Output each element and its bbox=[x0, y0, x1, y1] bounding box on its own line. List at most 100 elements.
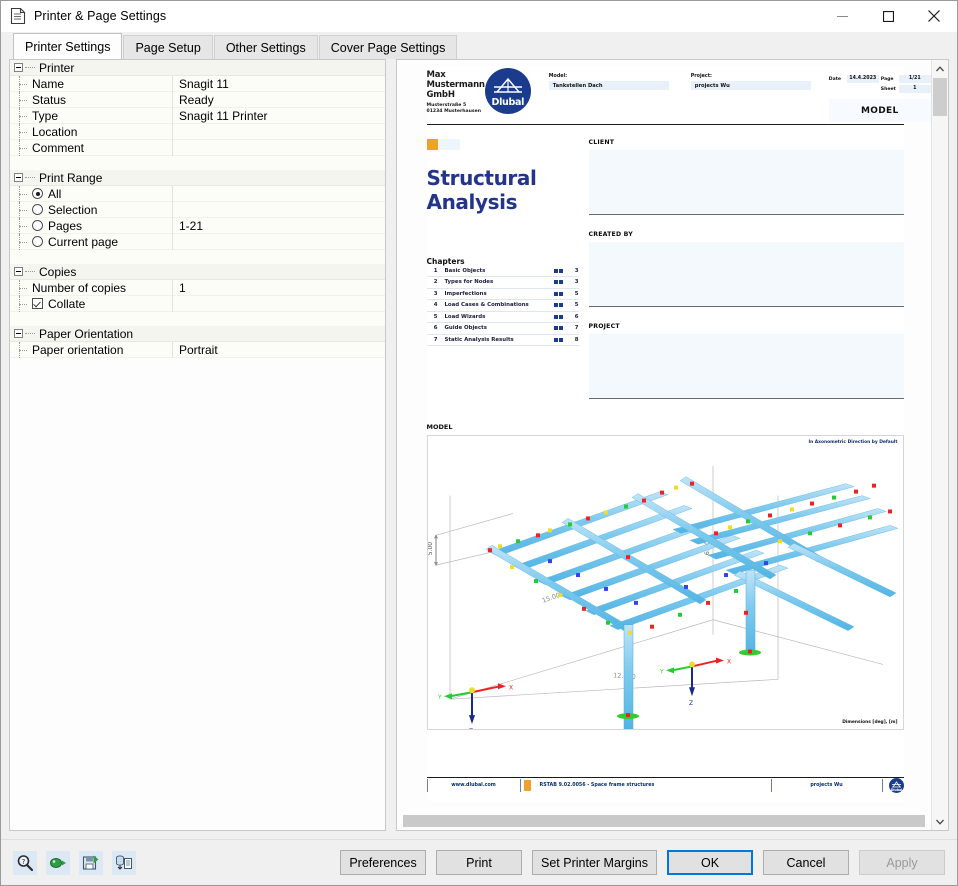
property-row-selection[interactable]: Selection bbox=[10, 202, 385, 218]
property-label: Location bbox=[10, 124, 173, 140]
footer-website: www.dlubal.com bbox=[428, 779, 520, 792]
property-row-type[interactable]: Type Snagit 11 Printer bbox=[10, 108, 385, 124]
document-icon bbox=[10, 7, 26, 25]
property-row-current-page[interactable]: Current page bbox=[10, 234, 385, 250]
footer-dlubal-logo-icon: Dlubal bbox=[889, 778, 904, 793]
window-title: Printer & Page Settings bbox=[34, 9, 166, 23]
property-label[interactable]: All bbox=[10, 186, 173, 202]
export-icon[interactable] bbox=[46, 851, 70, 875]
property-row-collate[interactable]: Collate bbox=[10, 296, 385, 312]
radio-selection-icon[interactable] bbox=[32, 204, 43, 215]
property-label[interactable]: Collate bbox=[10, 296, 173, 312]
footer-orange-marker bbox=[524, 780, 531, 791]
radio-current-page-icon[interactable] bbox=[32, 236, 43, 247]
preferences-button[interactable]: Preferences bbox=[340, 850, 426, 875]
company-city: 01234 Musterhausen bbox=[427, 109, 485, 115]
print-preview-zoom-icon[interactable]: ? bbox=[13, 851, 37, 875]
logo-wordmark: Dlubal bbox=[485, 97, 531, 108]
chapter-name: Imperfections bbox=[445, 291, 554, 297]
preview-hscrollbar[interactable] bbox=[397, 813, 931, 830]
radio-label: Selection bbox=[48, 203, 97, 217]
property-label[interactable]: Current page bbox=[10, 234, 173, 250]
scroll-down-icon[interactable] bbox=[932, 813, 949, 830]
chapter-page: 6 bbox=[570, 314, 579, 320]
chapter-page: 7 bbox=[570, 325, 579, 331]
collapse-icon[interactable] bbox=[14, 63, 23, 72]
group-header-copies[interactable]: Copies bbox=[10, 264, 385, 280]
close-icon[interactable] bbox=[911, 1, 957, 32]
copies-value[interactable]: 1 bbox=[173, 280, 385, 296]
structural-model-drawing: 5.00 6.000 15.000 12.000 bbox=[428, 436, 903, 729]
preview-vscrollbar[interactable] bbox=[931, 60, 948, 830]
report-left-column: Structural Analysis Chapters 1 Basic Obj… bbox=[427, 139, 579, 399]
property-row-pages[interactable]: Pages 1-21 bbox=[10, 218, 385, 234]
hscroll-thumb[interactable] bbox=[403, 815, 925, 827]
property-label[interactable]: Selection bbox=[10, 202, 173, 218]
collapse-icon[interactable] bbox=[14, 267, 23, 276]
radio-pages-icon[interactable] bbox=[32, 220, 43, 231]
set-printer-margins-button[interactable]: Set Printer Margins bbox=[532, 850, 657, 875]
checkbox-label: Collate bbox=[48, 297, 85, 311]
collapse-icon[interactable] bbox=[14, 173, 23, 182]
tab-label: Printer Settings bbox=[25, 40, 110, 54]
group-spacer bbox=[10, 250, 385, 264]
checkbox-collate-icon[interactable] bbox=[32, 298, 43, 309]
chapter-dots-icon bbox=[554, 280, 566, 284]
property-value bbox=[173, 296, 385, 312]
property-row-status[interactable]: Status Ready bbox=[10, 92, 385, 108]
svg-text:?: ? bbox=[22, 858, 26, 866]
ok-button[interactable]: OK bbox=[667, 850, 753, 875]
property-row-location[interactable]: Location bbox=[10, 124, 385, 140]
scroll-up-icon[interactable] bbox=[932, 60, 949, 77]
preview-page: Max Mustermann GmbH Musterstraße 5 01234… bbox=[427, 66, 904, 801]
chapter-name: Load Wizards bbox=[445, 314, 554, 320]
header-meta-block: Date 14.4.2023 Page 1/21 Sheet 1 bbox=[829, 70, 931, 122]
minimize-icon[interactable] bbox=[819, 1, 865, 32]
square-shadow-decoration bbox=[438, 139, 460, 150]
tab-printer-settings[interactable]: Printer Settings bbox=[13, 33, 122, 59]
property-row-comment[interactable]: Comment bbox=[10, 140, 385, 156]
tab-label: Other Settings bbox=[226, 41, 306, 55]
property-row-all[interactable]: All bbox=[10, 186, 385, 202]
property-row-paper-orientation[interactable]: Paper orientation Portrait bbox=[10, 342, 385, 358]
paper-orientation-value[interactable]: Portrait bbox=[173, 342, 385, 358]
copy-to-report-icon[interactable] bbox=[112, 851, 136, 875]
group-header-paper-orientation[interactable]: Paper Orientation bbox=[10, 326, 385, 342]
chapter-name: Guide Objects bbox=[445, 325, 554, 331]
collapse-icon[interactable] bbox=[14, 329, 23, 338]
group-header-printer[interactable]: Printer bbox=[10, 60, 385, 76]
printer-settings-dialog: Printer & Page Settings Printer Settings… bbox=[0, 0, 958, 886]
project-field: Project: projects Wu bbox=[691, 74, 811, 122]
save-settings-icon[interactable] bbox=[79, 851, 103, 875]
tab-page-setup[interactable]: Page Setup bbox=[123, 35, 212, 59]
print-button[interactable]: Print bbox=[436, 850, 522, 875]
maximize-icon[interactable] bbox=[865, 1, 911, 32]
tab-other-settings[interactable]: Other Settings bbox=[214, 35, 318, 59]
dialog-footer: ? bbox=[1, 839, 957, 885]
radio-label: Current page bbox=[48, 235, 118, 249]
property-row-number-of-copies[interactable]: Number of copies 1 bbox=[10, 280, 385, 296]
vscroll-thumb[interactable] bbox=[933, 78, 947, 116]
pages-range-value[interactable]: 1-21 bbox=[173, 218, 385, 234]
chapter-dots-icon bbox=[554, 303, 566, 307]
orange-square-decoration bbox=[427, 139, 438, 150]
apply-button: Apply bbox=[859, 850, 945, 875]
group-header-print-range[interactable]: Print Range bbox=[10, 170, 385, 186]
chapter-item: 4 Load Cases & Combinations 5 bbox=[427, 300, 579, 312]
property-label: Number of copies bbox=[10, 280, 173, 296]
radio-all-icon[interactable] bbox=[32, 188, 43, 199]
property-label[interactable]: Pages bbox=[10, 218, 173, 234]
chapter-item: 7 Static Analysis Results 8 bbox=[427, 335, 579, 347]
property-row-name[interactable]: Name Snagit 11 bbox=[10, 76, 385, 92]
cancel-button[interactable]: Cancel bbox=[763, 850, 849, 875]
page-label: Page bbox=[881, 77, 897, 82]
chapter-number: 4 bbox=[427, 302, 445, 308]
preview-viewport[interactable]: Max Mustermann GmbH Musterstraße 5 01234… bbox=[397, 60, 931, 830]
company-block: Max Mustermann GmbH Musterstraße 5 01234… bbox=[427, 70, 485, 122]
property-value[interactable]: Snagit 11 bbox=[173, 76, 385, 92]
tab-cover-page-settings[interactable]: Cover Page Settings bbox=[319, 35, 458, 59]
property-value: Snagit 11 Printer bbox=[173, 108, 385, 124]
radio-label: Pages bbox=[48, 219, 82, 233]
model-field: Model: Tankstellen Dach bbox=[549, 74, 669, 122]
report-title-line2: Analysis bbox=[427, 191, 579, 215]
